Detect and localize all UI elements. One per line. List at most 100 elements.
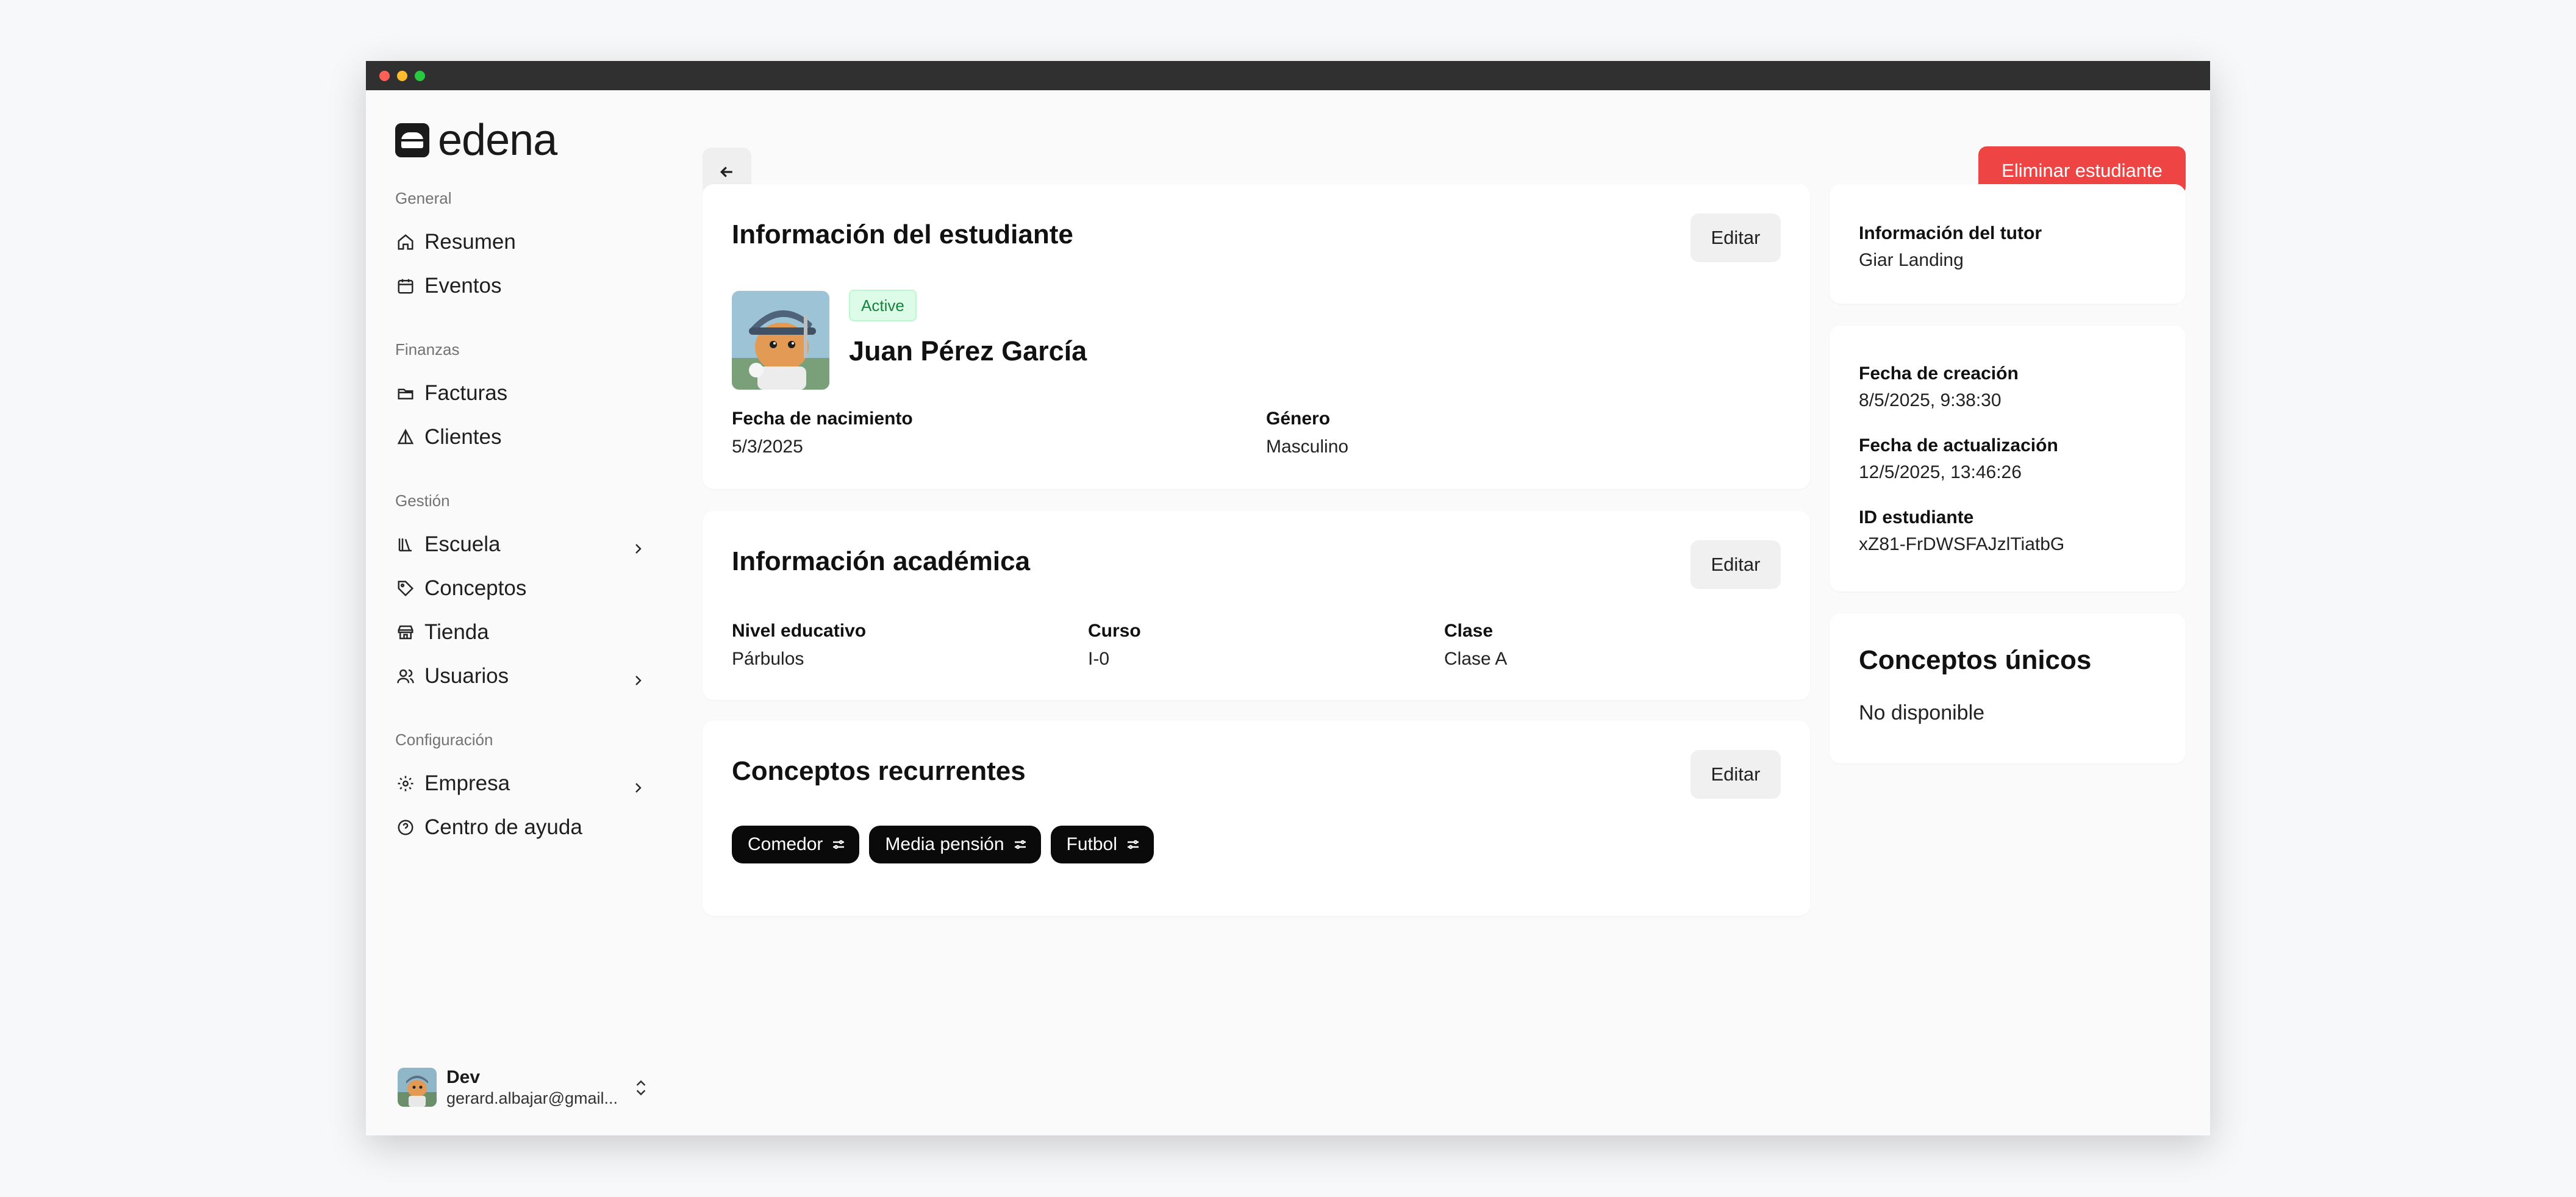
nav-section-general: General Resumen Eventos — [395, 189, 651, 308]
student-info-card: Información del estudiante Editar Active… — [703, 184, 1810, 489]
student-id-label: ID estudiante — [1859, 507, 1974, 527]
folder-icon — [395, 383, 416, 404]
chevron-right-icon — [631, 537, 645, 554]
nav-section-gestion: Gestión Escuela Conceptos Tienda Usuario… — [395, 491, 651, 698]
sidebar-item-eventos[interactable]: Eventos — [395, 264, 651, 308]
nav-section-configuracion: Configuración Empresa Centro de ayuda — [395, 731, 651, 849]
sidebar-item-label: Clientes — [424, 425, 502, 449]
status-badge: Active — [849, 290, 917, 321]
card-title: Información del estudiante — [732, 220, 1073, 249]
close-window-dot[interactable] — [379, 70, 390, 81]
sidebar-item-label: Centro de ayuda — [424, 815, 582, 839]
sidebar-item-empresa[interactable]: Empresa — [395, 762, 651, 806]
nav-section-finanzas: Finanzas Facturas Clientes — [395, 340, 651, 459]
sidebar-item-tienda[interactable]: Tienda — [395, 610, 651, 654]
nav-heading: Configuración — [395, 731, 493, 749]
window-titlebar — [366, 61, 2210, 90]
tutor-info-card: Información del tutor Giar Landing — [1830, 184, 2186, 304]
education-level-label: Nivel educativo — [732, 621, 867, 641]
sidebar-item-label: Usuarios — [424, 664, 509, 688]
avatar — [398, 1068, 437, 1107]
maximize-window-dot[interactable] — [415, 70, 425, 81]
concept-chips: Comedor Media pensión Futbol — [732, 826, 1154, 863]
academic-info-card: Información académica Editar Nivel educa… — [703, 511, 1810, 700]
sidebar-item-label: Facturas — [424, 381, 508, 405]
app-window: edena General Resumen Eventos Finanzas F… — [366, 61, 2210, 1135]
sidebar-item-usuarios[interactable]: Usuarios — [395, 654, 651, 698]
student-photo — [732, 291, 829, 390]
gear-icon — [395, 773, 416, 794]
edena-logo-icon — [395, 123, 429, 157]
sidebar-item-conceptos[interactable]: Conceptos — [395, 566, 651, 610]
nav-heading: Gestión — [395, 491, 450, 510]
created-date-label: Fecha de creación — [1859, 363, 2019, 384]
sidebar-item-label: Empresa — [424, 771, 510, 795]
tutor-label: Información del tutor — [1859, 223, 2042, 243]
unique-concepts-value: No disponible — [1859, 701, 1985, 724]
clients-icon — [395, 427, 416, 448]
brand-name: edena — [438, 116, 557, 165]
tutor-value: Giar Landing — [1859, 250, 1964, 270]
updated-date-value: 12/5/2025, 13:46:26 — [1859, 462, 2022, 482]
course-value: I-0 — [1088, 649, 1110, 669]
sidebar-item-facturas[interactable]: Facturas — [395, 371, 651, 415]
sidebar-item-label: Resumen — [424, 230, 516, 254]
gender-label: Género — [1266, 409, 1331, 429]
recurring-concepts-card: Conceptos recurrentes Editar Comedor Med… — [703, 721, 1810, 916]
chip-label: Futbol — [1066, 834, 1117, 854]
student-name: Juan Pérez García — [849, 335, 1087, 366]
birth-date-value: 5/3/2025 — [732, 437, 803, 457]
sliders-icon — [1014, 840, 1026, 849]
student-id-value: xZ81-FrDWSFAJzlTiatbG — [1859, 534, 2065, 554]
gender-value: Masculino — [1266, 437, 1349, 457]
sliders-icon — [833, 840, 845, 849]
sidebar-item-label: Conceptos — [424, 576, 527, 600]
sidebar-item-label: Eventos — [424, 274, 502, 298]
library-icon — [395, 534, 416, 555]
edit-student-button[interactable]: Editar — [1690, 213, 1781, 262]
sliders-icon — [1127, 840, 1139, 849]
sidebar: edena General Resumen Eventos Finanzas F… — [395, 90, 664, 1135]
user-email: gerard.albajar@gmail... — [446, 1088, 618, 1107]
sidebar-item-escuela[interactable]: Escuela — [395, 523, 651, 566]
card-title: Información académica — [732, 546, 1031, 576]
home-icon — [395, 232, 416, 252]
course-label: Curso — [1088, 621, 1141, 641]
nav-heading: General — [395, 189, 452, 207]
concept-chip-media-pension[interactable]: Media pensión — [869, 826, 1041, 863]
chip-label: Media pensión — [885, 834, 1004, 854]
chevrons-up-down-icon — [633, 1078, 649, 1098]
card-title: Conceptos únicos — [1859, 645, 2092, 675]
store-icon — [395, 622, 416, 643]
concept-chip-futbol[interactable]: Futbol — [1050, 826, 1154, 863]
sidebar-item-label: Tienda — [424, 620, 489, 644]
sidebar-item-clientes[interactable]: Clientes — [395, 415, 651, 459]
calendar-icon — [395, 276, 416, 296]
edit-recurring-button[interactable]: Editar — [1690, 750, 1781, 799]
user-name: Dev — [446, 1067, 481, 1087]
updated-date-label: Fecha de actualización — [1859, 435, 2058, 456]
class-value: Clase A — [1444, 649, 1508, 669]
card-title: Conceptos recurrentes — [732, 756, 1026, 786]
edit-academic-button[interactable]: Editar — [1690, 540, 1781, 589]
unique-concepts-card: Conceptos únicos No disponible — [1830, 613, 2186, 763]
created-date-value: 8/5/2025, 9:38:30 — [1859, 390, 2002, 410]
user-account-menu[interactable]: Dev gerard.albajar@gmail... — [398, 1066, 654, 1109]
help-icon — [395, 817, 416, 838]
sidebar-item-centro-de-ayuda[interactable]: Centro de ayuda — [395, 806, 651, 849]
chevron-right-icon — [631, 669, 645, 685]
education-level-value: Párbulos — [732, 649, 804, 669]
arrow-left-icon — [720, 166, 732, 177]
chip-label: Comedor — [748, 834, 823, 854]
tag-icon — [395, 578, 416, 599]
minimize-window-dot[interactable] — [397, 70, 407, 81]
nav-heading: Finanzas — [395, 340, 460, 359]
brand-logo[interactable]: edena — [395, 118, 557, 162]
birth-date-label: Fecha de nacimiento — [732, 409, 913, 429]
sidebar-item-label: Escuela — [424, 532, 501, 556]
class-label: Clase — [1444, 621, 1494, 641]
record-metadata-card: Fecha de creación 8/5/2025, 9:38:30 Fech… — [1830, 326, 2186, 591]
users-icon — [395, 666, 416, 687]
concept-chip-comedor[interactable]: Comedor — [732, 826, 860, 863]
sidebar-item-resumen[interactable]: Resumen — [395, 220, 651, 264]
